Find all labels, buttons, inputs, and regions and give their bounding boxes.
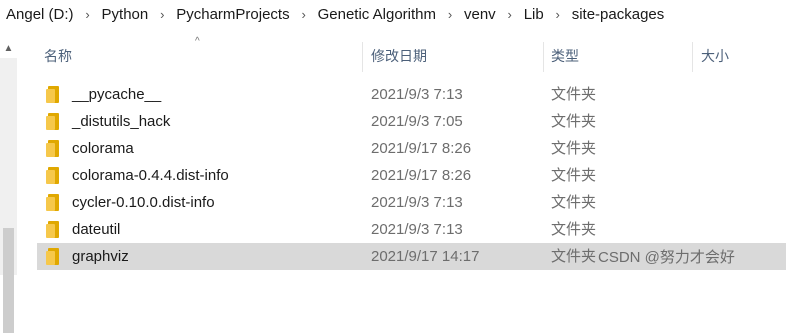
column-divider[interactable] — [543, 42, 544, 72]
column-divider[interactable] — [362, 42, 363, 72]
file-row[interactable]: cycler-0.10.0.dist-info 2021/9/3 7:13 文件… — [37, 189, 786, 216]
column-header-size[interactable]: 大小 — [701, 42, 729, 72]
breadcrumb-genetic-algorithm[interactable]: Genetic Algorithm — [314, 6, 440, 23]
file-name: graphviz — [72, 248, 129, 265]
file-date: 2021/9/17 14:17 — [371, 248, 480, 265]
file-type: 文件夹 — [551, 167, 597, 184]
breadcrumb-site-packages[interactable]: site-packages — [568, 6, 669, 23]
breadcrumb-lib[interactable]: Lib — [520, 6, 548, 23]
breadcrumb-drive[interactable]: Angel (D:) — [0, 6, 78, 23]
file-date: 2021/9/17 8:26 — [371, 167, 472, 184]
scrollbar-thumb[interactable] — [3, 228, 14, 333]
file-date: 2021/9/17 8:26 — [371, 140, 472, 157]
file-date: 2021/9/3 7:05 — [371, 113, 463, 130]
file-row[interactable]: _distutils_hack 2021/9/3 7:05 文件夹 — [37, 108, 786, 135]
folder-icon — [46, 221, 60, 238]
folder-icon — [46, 248, 60, 265]
file-name: colorama-0.4.4.dist-info — [72, 167, 229, 184]
breadcrumb: Angel (D:) › Python › PycharmProjects › … — [0, 0, 786, 28]
breadcrumb-python[interactable]: Python — [98, 6, 153, 23]
chevron-right-icon[interactable]: › — [78, 7, 98, 22]
file-name: __pycache__ — [72, 86, 162, 103]
file-row[interactable]: __pycache__ 2021/9/3 7:13 文件夹 — [37, 81, 786, 108]
file-name: dateutil — [72, 221, 121, 238]
file-type: 文件夹 — [551, 86, 597, 103]
chevron-right-icon[interactable]: › — [440, 7, 460, 22]
chevron-right-icon[interactable]: › — [294, 7, 314, 22]
file-type: 文件夹 — [551, 140, 597, 157]
column-divider[interactable] — [692, 42, 693, 72]
file-name: colorama — [72, 140, 134, 157]
folder-icon — [46, 140, 60, 157]
column-header-name[interactable]: 名称 — [44, 42, 72, 72]
file-list: __pycache__ 2021/9/3 7:13 文件夹 _distutils… — [37, 81, 786, 270]
folder-icon — [46, 167, 60, 184]
column-header: 名称 修改日期 类型 大小 — [37, 42, 786, 72]
file-date: 2021/9/3 7:13 — [371, 221, 463, 238]
column-header-date[interactable]: 修改日期 — [371, 42, 427, 72]
chevron-right-icon[interactable]: › — [500, 7, 520, 22]
file-type: 文件夹 — [551, 221, 597, 238]
file-type: 文件夹 — [551, 194, 597, 211]
file-name: _distutils_hack — [72, 113, 171, 130]
file-date: 2021/9/3 7:13 — [371, 86, 463, 103]
vertical-scrollbar[interactable] — [0, 58, 17, 333]
column-header-type[interactable]: 类型 — [551, 42, 579, 72]
chevron-right-icon[interactable]: › — [152, 7, 172, 22]
scroll-up-arrow-icon[interactable]: ▲ — [0, 41, 17, 57]
breadcrumb-venv[interactable]: venv — [460, 6, 500, 23]
folder-icon — [46, 86, 60, 103]
file-name: cycler-0.10.0.dist-info — [72, 194, 215, 211]
folder-icon — [46, 113, 60, 130]
watermark: CSDN @努力才会好 — [598, 249, 735, 266]
file-row[interactable]: colorama 2021/9/17 8:26 文件夹 — [37, 135, 786, 162]
file-date: 2021/9/3 7:13 — [371, 194, 463, 211]
breadcrumb-pycharmprojects[interactable]: PycharmProjects — [172, 6, 293, 23]
file-row[interactable]: colorama-0.4.4.dist-info 2021/9/17 8:26 … — [37, 162, 786, 189]
file-row[interactable]: dateutil 2021/9/3 7:13 文件夹 — [37, 216, 786, 243]
file-type: 文件夹 — [551, 248, 597, 265]
folder-icon — [46, 194, 60, 211]
file-type: 文件夹 — [551, 113, 597, 130]
chevron-right-icon[interactable]: › — [548, 7, 568, 22]
